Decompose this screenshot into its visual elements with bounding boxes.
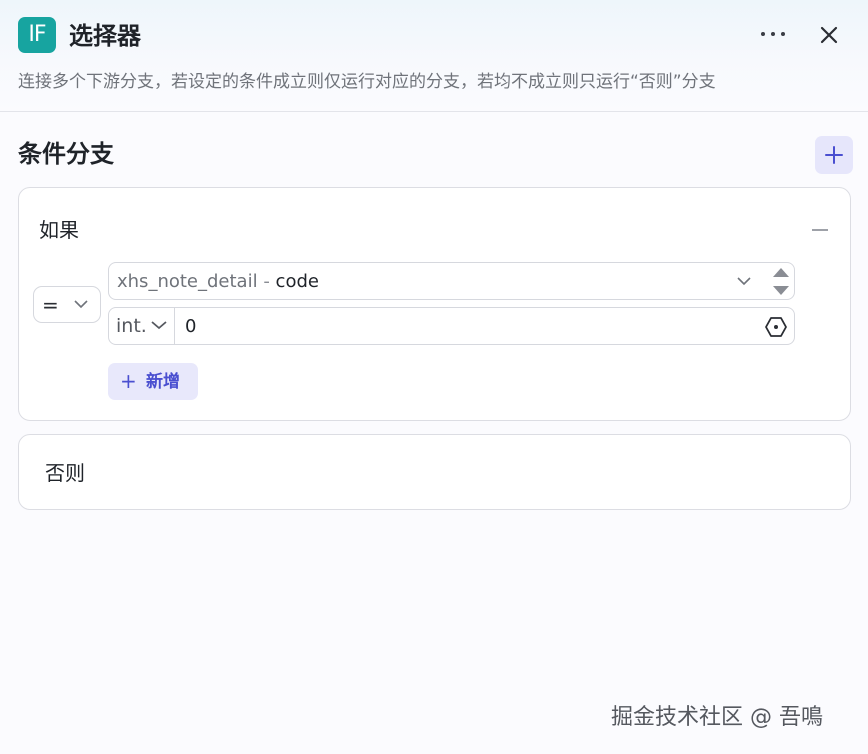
chevron-down-icon — [737, 277, 751, 286]
panel-title: 选择器 — [69, 22, 141, 50]
add-condition-label: 新增 — [146, 372, 180, 392]
variable-field-name: code — [275, 271, 319, 292]
add-branch-button[interactable] — [815, 136, 853, 174]
operator-value: = — [42, 293, 59, 317]
plus-icon — [825, 146, 843, 164]
value-input[interactable] — [175, 308, 755, 344]
value-type-select[interactable]: int. — [109, 308, 175, 344]
if-branch-card: 如果 = xhs_note_detail - code int. 0 + 新增 — [18, 187, 851, 421]
chevron-down-icon — [151, 321, 167, 330]
more-options-icon[interactable] — [756, 21, 790, 47]
else-branch-card: 否则 — [18, 434, 851, 510]
variable-reference: xhs_note_detail - code — [117, 269, 319, 295]
close-icon[interactable] — [816, 22, 842, 48]
panel-description: 连接多个下游分支，若设定的条件成立则仅运行对应的分支，若均不成立则只运行“否则”… — [18, 72, 716, 92]
panel-header: IF 选择器 连接多个下游分支，若设定的条件成立则仅运行对应的分支，若均不成立则… — [0, 0, 868, 112]
chevron-down-icon — [74, 300, 88, 309]
add-condition-button[interactable]: + 新增 — [108, 363, 198, 400]
value-field: int. — [108, 307, 795, 345]
watermark: 掘金技术社区 @ 吾鳴 — [611, 705, 823, 730]
plus-icon: + — [120, 369, 137, 393]
section-title: 条件分支 — [18, 140, 114, 168]
value-type: int. — [116, 315, 147, 337]
sort-stepper-icon[interactable] — [769, 265, 793, 297]
if-logo-icon: IF — [18, 17, 56, 53]
if-branch-label: 如果 — [39, 218, 79, 242]
operator-select[interactable]: = — [33, 286, 101, 323]
variable-hex-icon[interactable] — [765, 316, 787, 338]
variable-node-name: xhs_note_detail — [117, 271, 258, 292]
variable-select[interactable]: xhs_note_detail - code — [108, 262, 795, 300]
else-branch-label: 否则 — [45, 461, 85, 485]
minus-icon[interactable] — [812, 229, 828, 231]
variable-separator: - — [257, 271, 276, 292]
